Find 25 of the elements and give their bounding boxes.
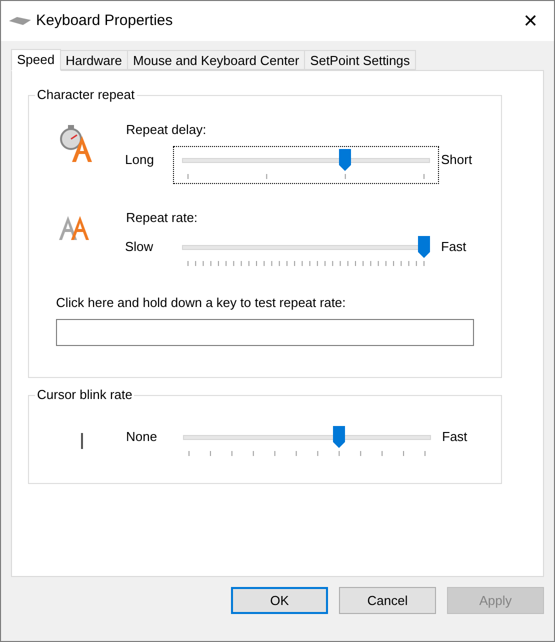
group-title: Character repeat — [35, 87, 137, 103]
dialog-button[interactable]: OK — [231, 587, 328, 614]
dialog-button[interactable]: Cancel — [339, 587, 436, 614]
test-input-field[interactable] — [56, 318, 474, 346]
slider-label: Repeat rate: — [126, 208, 199, 227]
tab[interactable]: Mouse and Keyboard Center — [126, 50, 306, 70]
slider-min-label: Long — [125, 150, 155, 169]
slider-thumb[interactable] — [339, 148, 352, 170]
window-title: Keyboard Properties — [36, 10, 173, 31]
slider-max-label: Fast — [442, 428, 468, 446]
text-cursor-icon — [80, 433, 82, 449]
slider-min-label: Slow — [125, 238, 154, 256]
tab[interactable]: SetPoint Settings — [304, 50, 416, 70]
slider[interactable] — [173, 146, 439, 184]
slider-thumb[interactable] — [333, 426, 346, 448]
tab[interactable]: Hardware — [60, 50, 128, 70]
slider-min-label: None — [126, 428, 158, 446]
slider-max-label: Fast — [441, 238, 466, 256]
test-prompt: Click here and hold down a key to test repeat rate: — [56, 294, 347, 312]
keyboard-icon — [9, 16, 31, 26]
tab[interactable]: Speed — [11, 49, 61, 71]
slider-label: Repeat delay: — [126, 121, 208, 139]
close-button[interactable]: ✕ — [517, 8, 544, 34]
slider-max-label: Short — [441, 150, 472, 168]
slider-thumb[interactable] — [418, 236, 430, 258]
